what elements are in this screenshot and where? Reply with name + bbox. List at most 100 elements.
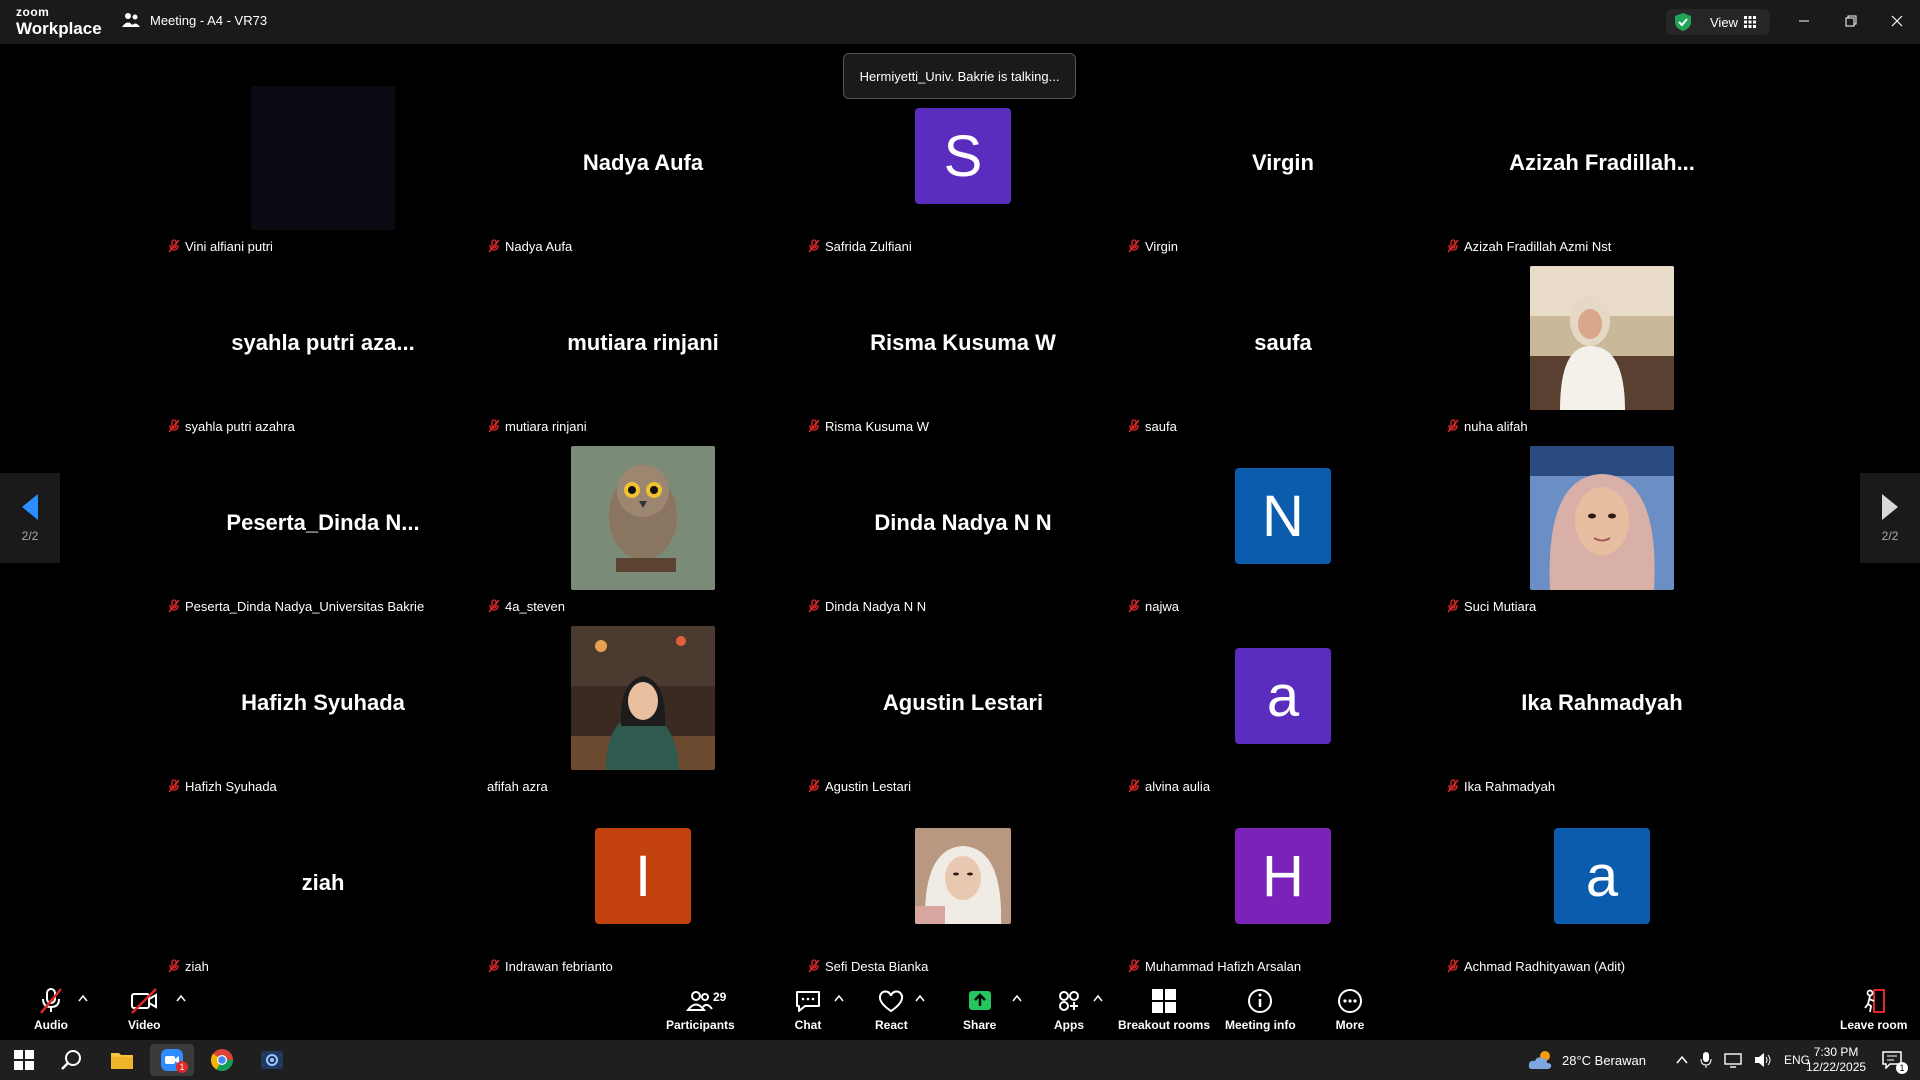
apps-options-caret-icon[interactable] (1093, 994, 1103, 1002)
participant-tile[interactable]: a Achmad Radhityawan (Adit) (1442, 806, 1762, 986)
participant-tile[interactable]: Virgin Virgin (1123, 86, 1443, 266)
participant-name-label: Safrida Zulfiani (803, 235, 918, 257)
participant-name-text: Virgin (1145, 238, 1179, 254)
notification-center-button[interactable]: 1 (1870, 1044, 1914, 1076)
info-icon (1248, 989, 1273, 1013)
participant-tile[interactable]: Suci Mutiara (1442, 446, 1762, 626)
apps-icon (1059, 991, 1079, 1011)
participant-tile[interactable]: syahla putri aza... syahla putri azahra (163, 266, 483, 446)
video-button[interactable]: Video (128, 986, 160, 1032)
taskbar-search-button[interactable] (50, 1044, 94, 1076)
breakout-rooms-button[interactable]: Breakout rooms (1118, 986, 1210, 1032)
microphone-icon[interactable] (1700, 1051, 1712, 1069)
participant-tile[interactable]: nuha alifah (1442, 266, 1762, 446)
weather-widget[interactable]: 28°C Berawan (1528, 1040, 1646, 1080)
share-options-caret-icon[interactable] (1012, 994, 1022, 1002)
participant-tile[interactable]: S Safrida Zulfiani (803, 86, 1123, 266)
participant-tile[interactable]: afifah azra (483, 626, 803, 806)
participant-tile[interactable]: Ika Rahmadyah Ika Rahmadyah (1442, 626, 1762, 806)
windows-taskbar: 1 28°C Berawan ENG 7:30 PM 12/22/2025 1 (0, 1040, 1920, 1080)
mic-muted-icon (168, 959, 180, 973)
participant-name-text: Muhammad Hafizh Arsalan (1145, 958, 1302, 974)
apps-button[interactable]: Apps (1054, 986, 1084, 1032)
participant-tile[interactable]: a alvina aulia (1123, 626, 1443, 806)
participant-display-name: ziah (301, 870, 345, 895)
participant-name-text: Sefi Desta Bianka (825, 958, 929, 974)
participant-display-name: Dinda Nadya N N (874, 510, 1052, 535)
clock-time: 7:30 PM (1813, 1045, 1859, 1059)
participant-name-text: syahla putri azahra (185, 418, 295, 434)
participant-tile[interactable]: Azizah Fradillah... Azizah Fradillah Azmi… (1442, 86, 1762, 266)
mic-muted-icon (1447, 239, 1459, 253)
chat-button[interactable]: Chat (793, 986, 823, 1032)
participant-name-text: Hafizh Syuhada (185, 778, 277, 794)
clock[interactable]: 7:30 PM 12/22/2025 (1806, 1040, 1866, 1080)
participant-name-label: Achmad Radhityawan (Adit) (1442, 955, 1632, 977)
participant-tile[interactable]: mutiara rinjani mutiara rinjani (483, 266, 803, 446)
participant-tile[interactable]: Dinda Nadya N N Dinda Nadya N N (803, 446, 1123, 626)
participant-name-label: mutiara rinjani (483, 415, 593, 437)
participant-tile[interactable]: Vini alfiani putri (163, 86, 483, 266)
folder-icon (111, 1053, 133, 1069)
participant-tile[interactable]: Nadya Aufa Nadya Aufa (483, 86, 803, 266)
participant-display-name: Peserta_Dinda N... (226, 510, 420, 535)
windows-start-button[interactable] (2, 1044, 46, 1076)
participant-tile[interactable]: Risma Kusuma W Risma Kusuma W (803, 266, 1123, 446)
participant-tile[interactable]: 4a_steven (483, 446, 803, 626)
video-off-icon (131, 988, 158, 1014)
participant-tile[interactable]: I Indrawan febrianto (483, 806, 803, 986)
participant-tile[interactable]: Peserta_Dinda N... Peserta_Dinda Nadya_Un… (163, 446, 483, 626)
minimize-icon (1799, 20, 1809, 22)
react-button[interactable]: React (875, 986, 908, 1032)
taskbar-obs-app[interactable] (250, 1044, 294, 1076)
participant-tile[interactable]: saufa saufa (1123, 266, 1443, 446)
participant-avatar: N (1235, 468, 1331, 564)
participant-tile[interactable]: Agustin Lestari Agustin Lestari (803, 626, 1123, 806)
participant-display-name: Virgin (1252, 150, 1314, 175)
tray-overflow-chevron-icon[interactable] (1676, 1055, 1688, 1065)
participant-tile[interactable]: ziah ziah (163, 806, 483, 986)
taskbar-chrome[interactable] (200, 1044, 244, 1076)
audio-button[interactable]: Audio (34, 986, 68, 1032)
network-icon[interactable] (1724, 1052, 1742, 1068)
leave-room-button[interactable]: Leave room (1840, 986, 1907, 1032)
participant-name-text: mutiara rinjani (505, 418, 587, 434)
mic-muted-icon (168, 599, 180, 613)
volume-icon[interactable] (1754, 1052, 1772, 1068)
participant-display-name: Azizah Fradillah... (1509, 150, 1695, 175)
participant-display-name: Agustin Lestari (882, 690, 1044, 715)
mic-muted-icon (1447, 419, 1459, 433)
taskbar-file-explorer[interactable] (100, 1044, 144, 1076)
taskbar-zoom-app[interactable]: 1 (150, 1044, 194, 1076)
video-options-caret-icon[interactable] (176, 994, 186, 1002)
participant-avatar: H (1235, 828, 1331, 924)
participant-tile[interactable]: Sefi Desta Bianka (803, 806, 1123, 986)
next-page-button[interactable]: 2/2 (1860, 473, 1920, 563)
participant-tile[interactable]: Hafizh Syuhada Hafizh Syuhada (163, 626, 483, 806)
encryption-shield-icon (1675, 13, 1691, 31)
share-button[interactable]: Share (963, 986, 996, 1032)
participant-video-feed (251, 86, 395, 230)
restore-button[interactable] (1836, 8, 1866, 34)
close-button[interactable] (1882, 8, 1912, 34)
minimize-button[interactable] (1789, 8, 1819, 34)
participant-name-text: afifah azra (487, 778, 548, 794)
mic-muted-icon (1128, 599, 1140, 613)
close-icon (1891, 15, 1903, 27)
chat-options-caret-icon[interactable] (834, 994, 844, 1002)
previous-page-button[interactable]: 2/2 (0, 473, 60, 563)
mic-muted-icon (808, 599, 820, 613)
audio-options-caret-icon[interactable] (78, 994, 88, 1002)
participant-name-text: Azizah Fradillah Azmi Nst (1464, 238, 1612, 254)
view-button[interactable]: View (1666, 9, 1770, 35)
participant-name-text: Peserta_Dinda Nadya_Universitas Bakrie (185, 598, 425, 614)
mic-muted-icon (488, 599, 500, 613)
meeting-info-button[interactable]: Meeting info (1225, 986, 1296, 1032)
participant-name-text: Dinda Nadya N N (825, 598, 927, 614)
participant-tile[interactable]: Nnajwa (1123, 446, 1443, 626)
more-button[interactable]: More (1335, 986, 1365, 1032)
react-options-caret-icon[interactable] (915, 994, 925, 1002)
participant-name-text: saufa (1145, 418, 1177, 434)
meeting-title[interactable]: Meeting - A4 - VR73 (122, 12, 267, 28)
participant-tile[interactable]: H Muhammad Hafizh Arsalan (1123, 806, 1443, 986)
